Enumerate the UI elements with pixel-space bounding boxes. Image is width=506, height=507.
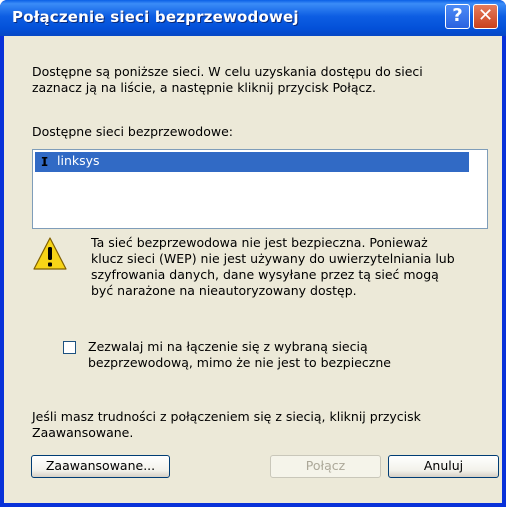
allow-insecure-label-line1[interactable]: Zezwalaj mi na łączenie się z wybraną si… <box>88 339 368 354</box>
help-button[interactable]: ? <box>445 4 470 29</box>
intro-text-line1: Dostępne są poniższe sieci. W celu uzysk… <box>32 64 423 79</box>
antenna-icon: ⵊ <box>41 155 49 169</box>
help-text-line1: Jeśli masz trudności z połączeniem się z… <box>32 409 421 424</box>
close-button[interactable]: ✕ <box>473 4 498 29</box>
connect-button[interactable]: Połącz <box>270 455 381 478</box>
window-title: Połączenie sieci bezprzewodowej <box>12 8 299 26</box>
warning-line1: Ta sieć bezprzewodowa nie jest bezpieczn… <box>91 235 428 250</box>
allow-insecure-label-line2[interactable]: bezprzewodową, mimo że nie jest to bezpi… <box>88 355 391 370</box>
network-item-linksys[interactable]: ⵊ linksys <box>35 152 469 172</box>
warning-line4: być narażone na nieautoryzowany dostęp. <box>91 283 357 298</box>
wireless-connection-dialog: Połączenie sieci bezprzewodowej ? ✕ Dost… <box>0 0 506 507</box>
warning-line3: szyfrowania danych, dane wysyłane przez … <box>91 267 439 282</box>
networks-listbox[interactable]: ⵊ linksys <box>32 149 488 229</box>
allow-insecure-checkbox[interactable] <box>63 341 76 354</box>
network-name: linksys <box>57 153 100 168</box>
cancel-button[interactable]: Anuluj <box>388 455 499 478</box>
title-bar[interactable]: Połączenie sieci bezprzewodowej ? ✕ <box>0 0 506 36</box>
warning-icon <box>33 237 67 270</box>
networks-label: Dostępne sieci bezprzewodowe: <box>32 124 233 139</box>
help-text-line2: Zaawansowane. <box>32 425 134 440</box>
advanced-button[interactable]: Zaawansowane... <box>31 455 170 478</box>
help-icon: ? <box>452 5 463 26</box>
intro-text-line2: zaznacz ją na liście, a następnie klikni… <box>32 80 376 95</box>
close-icon: ✕ <box>477 5 494 26</box>
warning-line2: klucz sieci (WEP) nie jest używany do uw… <box>91 251 455 266</box>
